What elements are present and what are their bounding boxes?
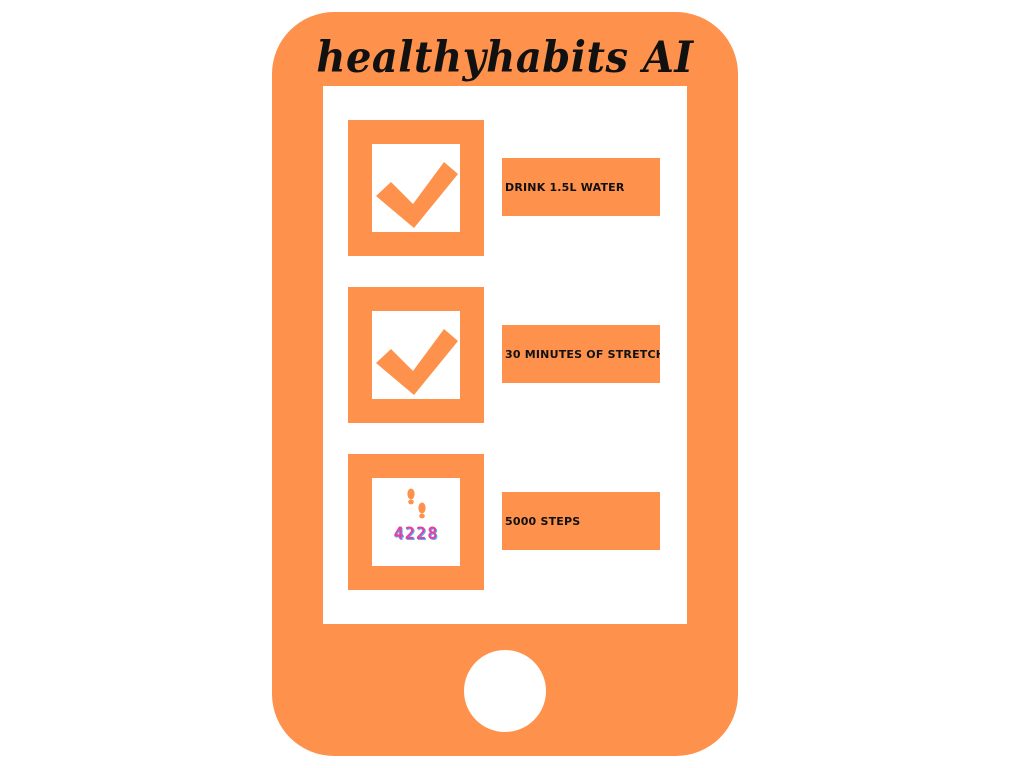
checkbox-inner: 4228 [372, 478, 460, 566]
habit-checkbox-stretching[interactable] [348, 287, 484, 423]
habit-row-steps[interactable]: 4228 5000 STEPS [348, 454, 660, 590]
habit-label-water[interactable]: DRINK 1.5L WATER [502, 158, 660, 216]
habit-row-stretching[interactable]: 30 MINUTES OF STRETCHING [348, 287, 660, 423]
checkbox-inner [372, 311, 460, 399]
habit-list-screen: DRINK 1.5L WATER 30 MINUTES OF STRETCHIN… [323, 86, 687, 624]
habit-label-stretching[interactable]: 30 MINUTES OF STRETCHING [502, 325, 660, 383]
stage: healthyhabits AI DRINK 1.5L WATER 30 MIN… [0, 0, 1024, 768]
steps-counter: 4228 [393, 524, 439, 544]
habit-checkbox-steps[interactable]: 4228 [348, 454, 484, 590]
habit-label-steps[interactable]: 5000 STEPS [502, 492, 660, 550]
phone-frame: healthyhabits AI DRINK 1.5L WATER 30 MIN… [272, 12, 738, 756]
checkmark-icon [376, 329, 458, 395]
footsteps-icon [407, 488, 426, 519]
app-title: healthyhabits AI [316, 32, 694, 83]
habit-checkbox-water[interactable] [348, 120, 484, 256]
habit-row-water[interactable]: DRINK 1.5L WATER [348, 120, 660, 256]
checkbox-inner [372, 144, 460, 232]
checkmark-icon [376, 162, 458, 228]
home-button[interactable] [464, 650, 546, 732]
